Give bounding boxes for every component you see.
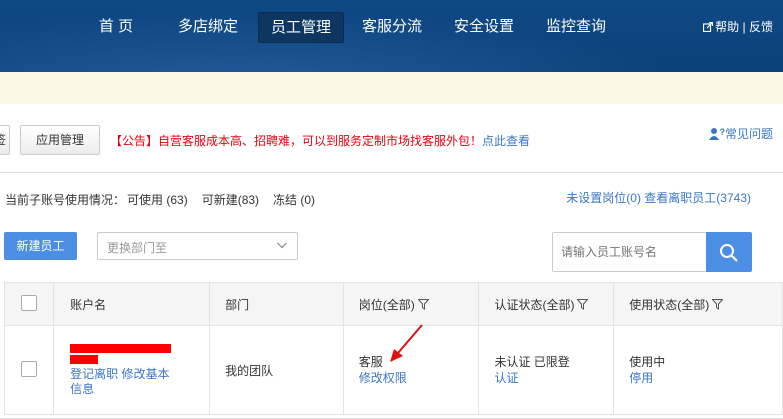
unset-post-link[interactable]: 未设置岗位(0) xyxy=(566,191,641,205)
user-help-icon: ? xyxy=(708,127,725,140)
faq-link[interactable]: ? 常见问题 xyxy=(708,125,773,142)
redacted-account-name xyxy=(70,343,172,353)
authenticate-link[interactable]: 认证 xyxy=(494,370,612,386)
usage-available: 可使用 (63) xyxy=(127,193,188,207)
header-account-name: 账户名 xyxy=(53,282,211,326)
status-links: 未设置岗位(0) 查看离职员工(3743) xyxy=(566,189,751,206)
row-checkbox-cell xyxy=(3,325,55,415)
header-auth-label: 认证状态(全部) xyxy=(494,297,575,312)
post-value: 客服 xyxy=(358,355,383,369)
table-header-row: 账户名 部门 岗位(全部) 认证状态(全部) 使用状态(全部) xyxy=(3,282,783,326)
header-checkbox-cell xyxy=(3,282,55,326)
tab-app-management[interactable]: 应用管理 xyxy=(20,125,100,155)
header-auth-status[interactable]: 认证状态(全部) xyxy=(478,282,615,326)
usage-creatable: 可新建(83) xyxy=(201,193,260,207)
nav-employee-management[interactable]: 员工管理 xyxy=(258,12,344,43)
header-post[interactable]: 岗位(全部) xyxy=(342,282,480,326)
nav-security-settings[interactable]: 安全设置 xyxy=(444,12,524,41)
separator: | xyxy=(739,20,749,34)
employee-table: 账户名 部门 岗位(全部) 认证状态(全部) 使用状态(全部) 登记离职 修改基… xyxy=(3,282,783,415)
help-feedback: 帮助 | 反馈 xyxy=(703,18,773,35)
account-cell: 登记离职 修改基本信息 xyxy=(53,325,211,415)
external-link-icon xyxy=(703,22,714,32)
filter-icon[interactable] xyxy=(417,298,429,310)
select-all-checkbox[interactable] xyxy=(21,294,38,311)
usage-value: 使用中 xyxy=(629,355,666,369)
table-row: 登记离职 修改基本信息 我的团队 客服 修改权限 未认证 已限登 认证 使用中 … xyxy=(3,325,783,415)
auth-value: 未认证 已限登 xyxy=(494,355,570,369)
nav-customer-routing[interactable]: 客服分流 xyxy=(352,12,432,41)
usage-cell: 使用中 停用 xyxy=(613,325,783,415)
faq-label: 常见问题 xyxy=(724,127,773,141)
feedback-link[interactable]: 反馈 xyxy=(749,20,773,34)
department-select[interactable]: 更换部门至 xyxy=(97,232,298,260)
search-input[interactable] xyxy=(553,233,703,271)
nav-multi-store[interactable]: 多店绑定 xyxy=(168,12,248,41)
header-usage-label: 使用状态(全部) xyxy=(629,297,710,312)
filter-icon[interactable] xyxy=(712,298,724,310)
view-resigned-link[interactable]: 查看离职员工(3743) xyxy=(644,191,751,205)
nav-monitor-query[interactable]: 监控查询 xyxy=(536,12,616,41)
notice-strip xyxy=(0,72,783,104)
top-navigation-bar: 首 页 多店绑定 员工管理 客服分流 安全设置 监控查询 帮助 | 反馈 xyxy=(0,0,783,72)
new-employee-button[interactable]: 新建员工 xyxy=(4,232,77,260)
post-cell: 客服 修改权限 xyxy=(342,325,480,415)
usage-summary: 当前子账号使用情况： 可使用 (63) 可新建(83) 冻结 (0) xyxy=(5,191,329,208)
auth-cell: 未认证 已限登 认证 xyxy=(478,325,615,415)
nav-home[interactable]: 首 页 xyxy=(86,12,146,41)
chevron-down-icon xyxy=(277,242,287,249)
row-checkbox[interactable] xyxy=(21,360,38,377)
header-department: 部门 xyxy=(209,282,344,326)
redacted-account-name-2 xyxy=(70,354,99,364)
tab-partial[interactable]: 签 xyxy=(0,125,10,155)
search-field xyxy=(552,232,706,272)
modify-permission-link[interactable]: 修改权限 xyxy=(359,370,478,386)
disable-link[interactable]: 停用 xyxy=(629,370,781,386)
help-link[interactable]: 帮助 xyxy=(715,20,739,34)
search-button[interactable] xyxy=(706,232,752,272)
announcement: 【公告】自营客服成本高、招聘难，可以到服务定制市场找客服外包！点此查看 xyxy=(110,132,530,149)
announcement-text: 【公告】自营客服成本高、招聘难，可以到服务定制市场找客服外包！ xyxy=(110,134,483,148)
department-cell: 我的团队 xyxy=(209,325,344,415)
search-icon xyxy=(720,244,738,262)
announcement-link[interactable]: 点此查看 xyxy=(482,134,530,148)
department-select-placeholder: 更换部门至 xyxy=(107,241,168,255)
account-actions-link[interactable]: 登记离职 修改基本信息 xyxy=(70,367,175,397)
filter-icon[interactable] xyxy=(577,298,589,310)
header-post-label: 岗位(全部) xyxy=(358,297,415,312)
usage-frozen: 冻结 (0) xyxy=(273,193,316,207)
usage-label: 当前子账号使用情况： xyxy=(5,193,126,207)
header-usage-status[interactable]: 使用状态(全部) xyxy=(613,282,783,326)
